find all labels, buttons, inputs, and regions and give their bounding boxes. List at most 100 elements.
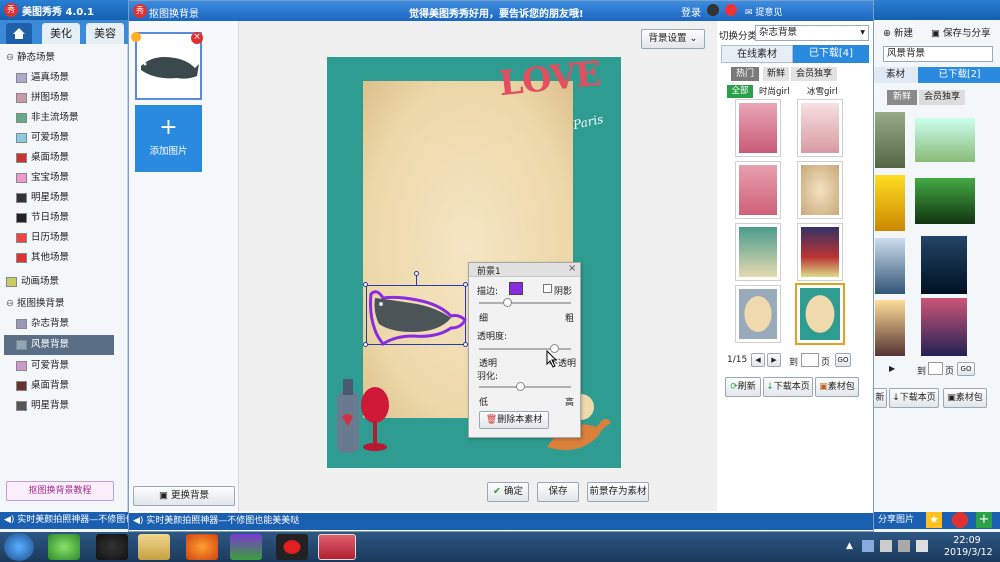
back-next-page[interactable]: ▶	[889, 364, 895, 373]
material-tile[interactable]	[797, 223, 843, 281]
download-page-button[interactable]: ↓下载本页	[763, 377, 813, 397]
tab-beauty[interactable]: 美容	[86, 23, 124, 44]
tree-item[interactable]: 非主流场景	[16, 108, 140, 128]
save-as-material-button[interactable]: 前景存为素材	[587, 482, 649, 502]
add-image-button[interactable]: + 添加图片	[135, 105, 202, 172]
clock[interactable]: 22:09 2019/3/12	[944, 535, 993, 559]
delete-material-button[interactable]: 🗑删除本素材	[479, 411, 549, 429]
back-tab-online[interactable]: 素材	[873, 67, 918, 83]
weibo-icon[interactable]	[952, 512, 968, 528]
material-tile[interactable]	[735, 161, 781, 219]
rotate-handle[interactable]	[414, 271, 419, 276]
tree-item[interactable]: 日历场景	[16, 228, 140, 248]
background-settings-button[interactable]: 背景设置 ⌄	[641, 29, 705, 49]
new-button[interactable]: ⊕ 新建	[883, 25, 913, 39]
change-background-button[interactable]: ▣ 更换背景	[133, 486, 235, 506]
back-tile[interactable]	[875, 300, 905, 356]
network-icon[interactable]	[898, 540, 910, 552]
back-page-input[interactable]	[928, 362, 943, 375]
refresh-button[interactable]: ⟳刷新	[725, 377, 761, 397]
folder-taskbar-icon[interactable]	[138, 534, 170, 560]
back-tile[interactable]	[875, 238, 905, 294]
material-tile[interactable]	[735, 99, 781, 157]
resize-handle[interactable]	[363, 282, 368, 287]
tree-item[interactable]: 节日场景	[16, 208, 140, 228]
page-input[interactable]	[801, 353, 819, 367]
back-tile[interactable]	[915, 178, 975, 224]
volume-icon[interactable]	[916, 540, 928, 552]
prev-page-button[interactable]: ◀	[751, 353, 765, 367]
tree-group-cutout[interactable]: ⊖ 抠图换背景	[6, 294, 130, 314]
tree-item[interactable]: 拼图场景	[16, 88, 140, 108]
material-tile[interactable]	[797, 99, 843, 157]
back-category-select[interactable]: 风景背景	[883, 46, 993, 62]
filter-new[interactable]: 新鲜	[763, 67, 789, 81]
border-color-swatch[interactable]	[509, 282, 523, 295]
back-tab-downloaded[interactable]: 已下载[2]	[918, 67, 1000, 83]
tree-item[interactable]: 可爱场景	[16, 128, 140, 148]
feather-slider-knob[interactable]	[516, 382, 526, 391]
border-slider[interactable]	[479, 302, 571, 304]
record-taskbar-icon[interactable]	[276, 534, 308, 560]
tab-downloaded-materials[interactable]: 已下载[4]	[793, 45, 869, 63]
back-refresh-button[interactable]: 新	[873, 388, 887, 408]
remove-image-icon[interactable]: ×	[191, 32, 203, 44]
close-icon[interactable]: ×	[568, 263, 576, 274]
back-tile[interactable]	[875, 112, 905, 168]
tree-item[interactable]: 明星场景	[16, 188, 140, 208]
save-button[interactable]: 保存	[537, 482, 579, 502]
tree-item[interactable]: 宝宝场景	[16, 168, 140, 188]
video-taskbar-icon[interactable]	[230, 534, 262, 560]
filter-vip[interactable]: 会员独享	[791, 67, 837, 81]
back-filter-vip[interactable]: 会员独享	[919, 90, 965, 105]
tree-group-animation[interactable]: 动画场景	[6, 272, 130, 292]
confirm-button[interactable]: ✔ 确定	[487, 482, 529, 502]
filter-hot[interactable]: 热门	[731, 67, 759, 81]
back-pack-button[interactable]: ▣素材包	[943, 388, 987, 408]
tray-expand-icon[interactable]: ▲	[846, 541, 853, 551]
back-tile[interactable]	[915, 118, 975, 162]
start-button[interactable]	[4, 533, 34, 561]
tree-item-selected[interactable]: 风景背景	[4, 335, 114, 355]
material-tile-selected[interactable]	[795, 283, 845, 345]
material-pack-button[interactable]: ▣素材包	[815, 377, 859, 397]
shadow-checkbox[interactable]	[543, 284, 552, 293]
subfilter-all[interactable]: 全部	[727, 85, 753, 98]
border-slider-knob[interactable]	[502, 298, 512, 307]
feedback-link[interactable]: ✉ 提意见	[745, 5, 782, 18]
go-button[interactable]: GO	[835, 353, 851, 367]
foreground-selection-box[interactable]	[366, 285, 467, 346]
add-icon[interactable]: +	[976, 512, 992, 528]
tree-group-static[interactable]: ⊖ 静态场景	[6, 48, 130, 68]
subfilter-ice[interactable]: 冰雪girl	[807, 85, 838, 97]
tree-item[interactable]: 杂志背景	[16, 314, 140, 334]
meitu-taskbar-icon[interactable]	[318, 534, 356, 560]
qq-taskbar-icon[interactable]	[96, 534, 128, 560]
back-go-button[interactable]: GO	[957, 362, 975, 376]
back-tile[interactable]	[875, 175, 905, 231]
tree-item[interactable]: 桌面场景	[16, 148, 140, 168]
taskbar-app-icon[interactable]	[48, 534, 80, 560]
back-filter-new[interactable]: 新鲜	[887, 90, 917, 105]
weibo-login-icon[interactable]	[725, 4, 737, 16]
tree-item[interactable]: 其他场景	[16, 248, 140, 268]
material-tile[interactable]	[735, 285, 781, 343]
tree-item[interactable]: 可爱背景	[16, 356, 140, 376]
tray-icon[interactable]	[880, 540, 892, 552]
tutorial-button[interactable]: 抠图换背景教程	[6, 481, 114, 501]
back-download-page-button[interactable]: ↓下载本页	[889, 388, 939, 408]
login-link[interactable]: 登录	[681, 4, 701, 19]
tree-item[interactable]: 明星背景	[16, 396, 140, 416]
resize-handle[interactable]	[363, 342, 368, 347]
material-tile[interactable]	[735, 223, 781, 281]
back-tile[interactable]	[921, 298, 967, 356]
tray-icon[interactable]	[862, 540, 874, 552]
tab-beautify[interactable]: 美化	[42, 23, 80, 44]
star-icon[interactable]: ★	[926, 512, 942, 528]
material-tile[interactable]	[797, 161, 843, 219]
save-share-button[interactable]: ▣ 保存与分享	[931, 25, 991, 39]
firefox-taskbar-icon[interactable]	[186, 534, 218, 560]
home-tab[interactable]	[6, 23, 32, 44]
category-select[interactable]: 杂志背景 ▾	[755, 25, 869, 41]
subfilter-fashion[interactable]: 时尚girl	[759, 85, 790, 97]
